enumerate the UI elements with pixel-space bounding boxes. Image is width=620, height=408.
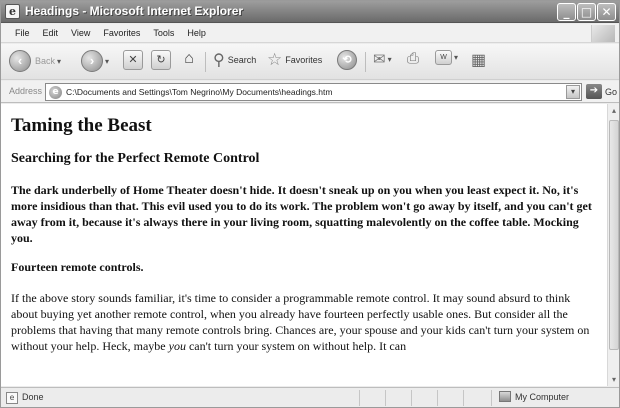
back-dropdown-icon: ▾ [57,56,62,66]
window-controls: _ □ ✕ [557,3,616,21]
status-panel-divider [437,390,438,406]
menu-help[interactable]: Help [187,28,206,38]
status-panel-divider [411,390,412,406]
address-bar: Address e C:\Documents and Settings\Tom … [1,81,619,103]
favorites-star-icon: ☆ [267,50,283,69]
back-arrow-icon: ‹ [9,50,31,72]
heading-2: Searching for the Perfect Remote Control [11,151,260,166]
mail-icon: ✉ [373,51,386,68]
forward-button[interactable]: › ▾ [81,50,109,72]
minimize-button[interactable]: _ [557,3,576,21]
refresh-button[interactable]: ↻ [151,50,171,70]
heading-4: Fourteen remote controls. [11,260,144,274]
page-status-icon: e [6,392,18,404]
menu-bar: File Edit View Favorites Tools Help [1,24,619,43]
page-icon: e [49,86,62,99]
go-label: Go [605,86,618,97]
status-text: Done [22,392,44,402]
back-label: Back [35,56,56,66]
scroll-down-icon[interactable]: ▾ [608,373,619,386]
title-bar[interactable]: e Headings - Microsoft Internet Explorer… [1,1,619,23]
forward-dropdown-icon: ▾ [105,56,110,66]
vertical-scrollbar[interactable]: ▴ ▾ [607,104,619,386]
status-bar: e Done My Computer [1,387,619,407]
print-button[interactable]: ⎙ [407,50,419,67]
mail-dropdown-icon: ▾ [387,54,392,64]
history-icon: ⟲ [337,50,357,70]
menu-tools[interactable]: Tools [153,28,174,38]
favorites-label: Favorites [285,55,323,65]
favorites-button[interactable]: ☆ Favorites [267,50,322,70]
search-label: Search [227,55,257,65]
home-icon: ⌂ [184,50,194,67]
refresh-icon: ↻ [151,50,171,70]
scroll-thumb[interactable] [609,120,619,350]
body-paragraph: If the above story sounds familiar, it's… [11,290,597,354]
status-panel-divider [491,390,492,406]
stop-icon: ✕ [123,50,143,70]
search-icon: ⚲ [213,52,225,69]
go-button[interactable]: ➔ Go [586,84,617,99]
address-label: Address [9,86,43,96]
security-zone: My Computer [499,391,569,402]
browser-window: e Headings - Microsoft Internet Explorer… [0,0,620,408]
menu-view[interactable]: View [71,28,90,38]
history-button[interactable]: ⟲ [337,50,357,70]
standard-toolbar: ‹ Back ▾ › ▾ ✕ ↻ ⌂ ⚲ Search ☆ Favorites … [1,44,619,80]
window-title: Headings - Microsoft Internet Explorer [25,4,244,18]
print-icon: ⎙ [407,50,420,67]
edit-dropdown-icon: ▾ [454,53,459,62]
back-button[interactable]: ‹ Back ▾ [9,50,61,72]
status-panel-divider [359,390,360,406]
mail-button[interactable]: ✉ ▾ [373,50,392,68]
heading-1: Taming the Beast [11,115,152,136]
body-text-end: can't turn your system on without help. … [185,339,407,353]
status-panel-divider [463,390,464,406]
forward-arrow-icon: › [81,50,103,72]
go-arrow-icon: ➔ [586,84,602,99]
status-panel-divider [385,390,386,406]
page-content: Taming the Beast Searching for the Perfe… [1,104,607,386]
windows-logo-icon [591,25,615,42]
toolbar-separator [365,52,366,72]
maximize-button[interactable]: □ [577,3,596,21]
menu-favorites[interactable]: Favorites [103,28,140,38]
research-icon: ▦ [471,52,487,69]
menu-file[interactable]: File [15,28,30,38]
address-input[interactable]: e C:\Documents and Settings\Tom Negrino\… [45,83,582,101]
ie-page-icon: e [5,4,20,19]
address-url: C:\Documents and Settings\Tom Negrino\My… [66,87,333,97]
toolbar-separator [205,52,206,72]
zone-label: My Computer [515,391,570,402]
chevron-down-icon[interactable]: ▾ [566,85,580,99]
close-button[interactable]: ✕ [597,3,616,21]
edit-icon: W [435,50,452,65]
scroll-up-icon[interactable]: ▴ [608,104,619,117]
edit-button[interactable]: W ▾ [435,50,458,65]
search-button[interactable]: ⚲ Search [213,50,256,70]
research-button[interactable]: ▦ [471,50,486,70]
home-button[interactable]: ⌂ [179,50,199,70]
menu-edit[interactable]: Edit [43,28,59,38]
computer-icon [499,391,511,402]
body-emphasis: you [168,339,186,353]
stop-button[interactable]: ✕ [123,50,143,70]
bold-paragraph: The dark underbelly of Home Theater does… [11,183,592,245]
